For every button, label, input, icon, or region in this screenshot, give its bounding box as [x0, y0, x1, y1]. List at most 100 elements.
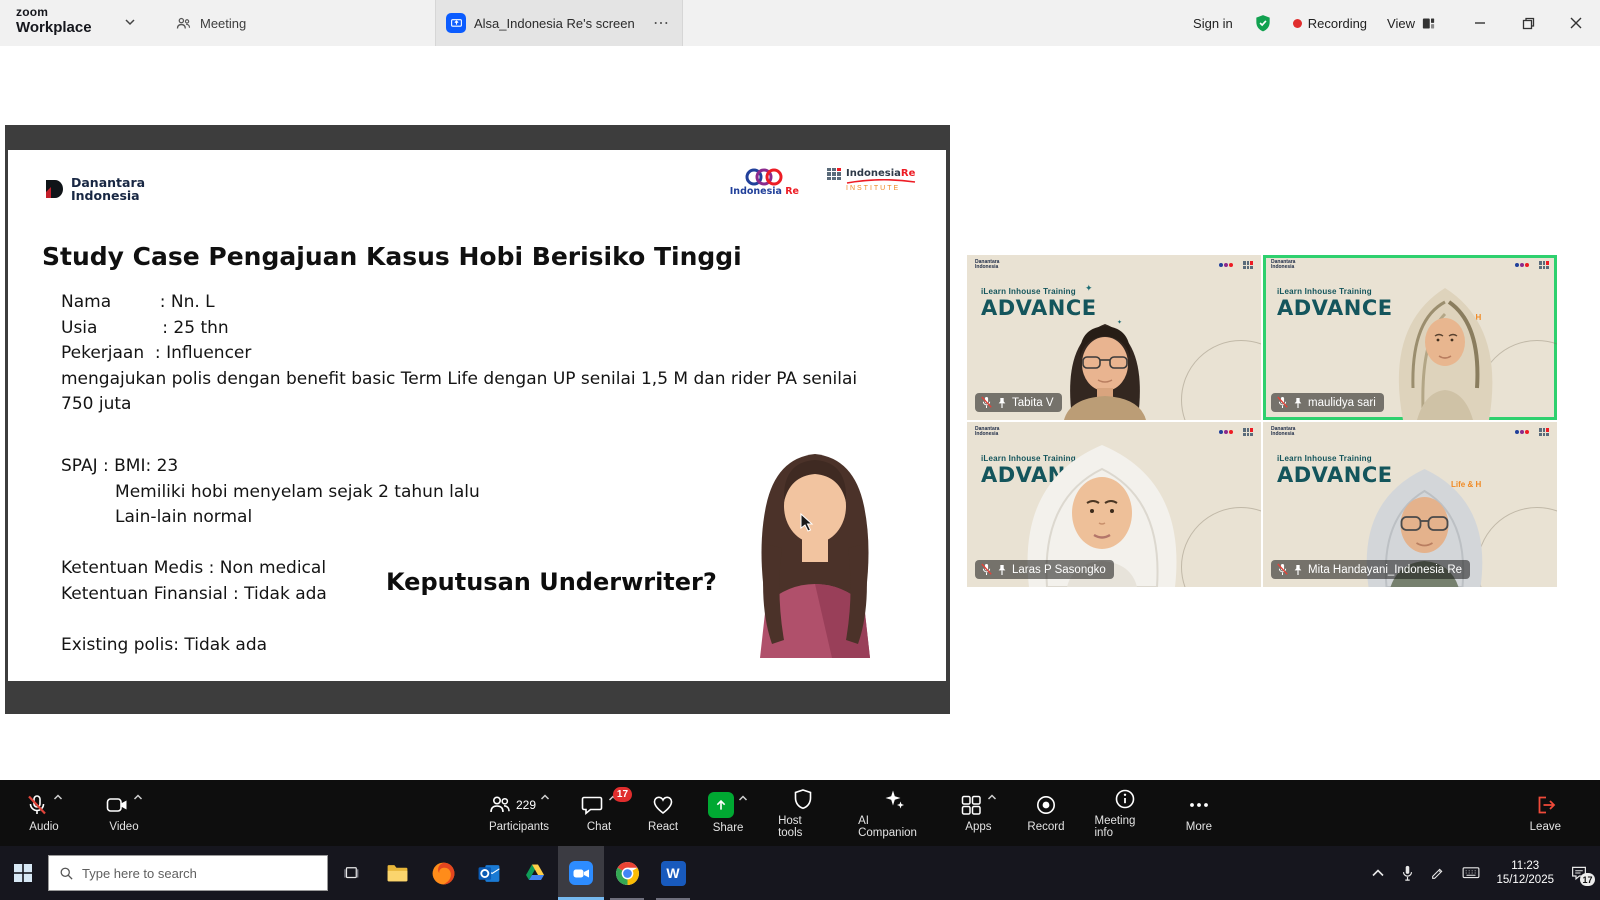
recording-label: Recording	[1308, 16, 1367, 31]
taskbar-search[interactable]	[48, 855, 328, 891]
tab-shared-screen[interactable]: Alsa_Indonesia Re's screen ⋯	[435, 0, 683, 46]
heart-icon	[651, 793, 675, 817]
host-tools-label: Host tools	[778, 815, 828, 839]
audio-button[interactable]: Audio	[12, 780, 76, 846]
chat-button[interactable]: 17 Chat	[567, 780, 631, 846]
shield-icon	[791, 787, 815, 811]
chevron-down-icon[interactable]	[124, 18, 136, 26]
view-label: View	[1387, 16, 1415, 31]
share-label: Share	[713, 822, 744, 834]
share-button[interactable]: Share	[695, 780, 761, 846]
file-explorer-icon[interactable]	[374, 846, 420, 900]
chevron-up-icon[interactable]	[133, 793, 143, 801]
tray-mic-icon[interactable]	[1401, 865, 1414, 881]
host-tools-button[interactable]: Host tools	[765, 780, 841, 846]
record-button[interactable]: Record	[1014, 780, 1077, 846]
video-label: Video	[109, 821, 138, 833]
taskbar-search-input[interactable]	[82, 866, 317, 881]
danantara-logo-mark-icon	[44, 179, 64, 199]
view-button[interactable]: View	[1387, 16, 1436, 31]
participant-name-tag: maulidya sari	[1271, 393, 1384, 412]
ai-companion-button[interactable]: AI Companion	[845, 780, 942, 846]
action-center-button[interactable]: 17	[1570, 864, 1588, 882]
more-button[interactable]: More	[1173, 780, 1225, 846]
ai-sparkle-icon	[882, 787, 906, 811]
mic-muted-icon	[1277, 396, 1288, 409]
react-button[interactable]: React	[635, 780, 691, 846]
firefox-icon[interactable]	[420, 846, 466, 900]
woman-illustration	[736, 444, 894, 658]
chrome-icon[interactable]	[604, 846, 650, 900]
mic-muted-icon	[981, 563, 992, 576]
tile-danantara-mini-logo: DanantaraIndonesia	[1271, 427, 1295, 437]
audio-label: Audio	[29, 821, 58, 833]
sign-in-button[interactable]: Sign in	[1193, 16, 1233, 31]
apps-grid-icon	[959, 793, 983, 817]
slide-line: mengajukan polis dengan benefit basic Te…	[61, 367, 891, 418]
security-shield-icon[interactable]	[1253, 13, 1273, 33]
tab-options-icon[interactable]: ⋯	[651, 13, 672, 33]
zoom-wordmark: zoom	[16, 5, 92, 19]
notification-count-badge: 17	[1580, 873, 1595, 886]
video-tile-tabita[interactable]: DanantaraIndonesia iLearn Inhouse Traini…	[967, 255, 1261, 420]
outlook-icon[interactable]	[466, 846, 512, 900]
indonesia-re-red-text: Re	[785, 186, 799, 197]
task-view-button[interactable]	[328, 846, 374, 900]
danantara-logo: Danantara Indonesia	[44, 176, 145, 202]
slide-line: Nama : Nn. L	[61, 290, 891, 316]
participants-button[interactable]: 229 Participants	[475, 780, 563, 846]
participant-name: Mita Handayani_Indonesia Re	[1308, 564, 1462, 576]
zoom-workplace-logo[interactable]: zoom Workplace	[16, 5, 92, 36]
tile-mini-logos	[1515, 428, 1549, 436]
participant-name-tag: Tabita V	[975, 393, 1062, 412]
leave-button[interactable]: Leave	[1517, 780, 1574, 846]
chevron-up-icon[interactable]	[987, 793, 997, 801]
sparkle-icon: ✦	[1085, 283, 1093, 294]
participant-name: Tabita V	[1012, 397, 1054, 409]
mouse-cursor	[800, 513, 815, 533]
recording-dot-icon	[1293, 19, 1302, 28]
video-tile-maulidya[interactable]: DanantaraIndonesia iLearn Inhouse Traini…	[1263, 255, 1557, 420]
info-icon	[1113, 787, 1137, 811]
taskbar-clock[interactable]: 11:23 15/12/2025	[1496, 859, 1554, 887]
indonesia-re-institute-logo: IndonesiaRe INSTITUTE	[827, 168, 916, 192]
more-label: More	[1186, 821, 1212, 833]
tab-meeting-label: Meeting	[200, 16, 246, 31]
tray-touch-keyboard-icon[interactable]	[1462, 866, 1480, 880]
apps-button[interactable]: Apps	[946, 780, 1010, 846]
chat-unread-badge: 17	[613, 787, 632, 802]
video-button[interactable]: Video	[92, 780, 156, 846]
apps-label: Apps	[965, 821, 991, 833]
danantara-logo-line2: Indonesia	[71, 189, 145, 202]
chevron-up-icon[interactable]	[540, 793, 550, 801]
tray-chevron-up-icon[interactable]	[1371, 868, 1385, 878]
pin-icon	[1293, 564, 1303, 576]
maximize-button[interactable]	[1504, 0, 1552, 46]
video-tile-laras[interactable]: DanantaraIndonesia iLearn Inhouse Traini…	[967, 422, 1261, 587]
meeting-content-area: Danantara Indonesia Indonesia Re Indones…	[0, 46, 1600, 780]
minimize-button[interactable]	[1456, 0, 1504, 46]
mic-muted-icon	[25, 793, 49, 817]
video-tile-mita[interactable]: DanantaraIndonesia iLearn Inhouse Traini…	[1263, 422, 1557, 587]
chevron-up-icon[interactable]	[738, 794, 748, 802]
chevron-up-icon[interactable]	[53, 793, 63, 801]
tile-danantara-mini-logo: DanantaraIndonesia	[975, 427, 999, 437]
institute-sub-label: INSTITUTE	[846, 185, 916, 192]
tray-ink-pen-icon[interactable]	[1430, 865, 1446, 881]
participants-count: 229	[516, 798, 536, 812]
word-icon[interactable]: W	[650, 846, 696, 900]
record-icon	[1034, 793, 1058, 817]
participant-name: Laras P Sasongko	[1012, 564, 1106, 576]
meeting-info-button[interactable]: Meeting info	[1081, 780, 1168, 846]
participant-name: maulidya sari	[1308, 397, 1376, 409]
close-button[interactable]	[1552, 0, 1600, 46]
google-drive-icon[interactable]	[512, 846, 558, 900]
pin-icon	[997, 397, 1007, 409]
screen-share-tab-icon	[446, 13, 466, 33]
leave-label: Leave	[1530, 821, 1561, 833]
start-button[interactable]	[0, 846, 46, 900]
tab-meeting[interactable]: Meeting	[175, 0, 246, 46]
recording-indicator[interactable]: Recording	[1293, 16, 1367, 31]
share-screen-icon	[708, 792, 734, 818]
zoom-app-icon[interactable]	[558, 846, 604, 900]
